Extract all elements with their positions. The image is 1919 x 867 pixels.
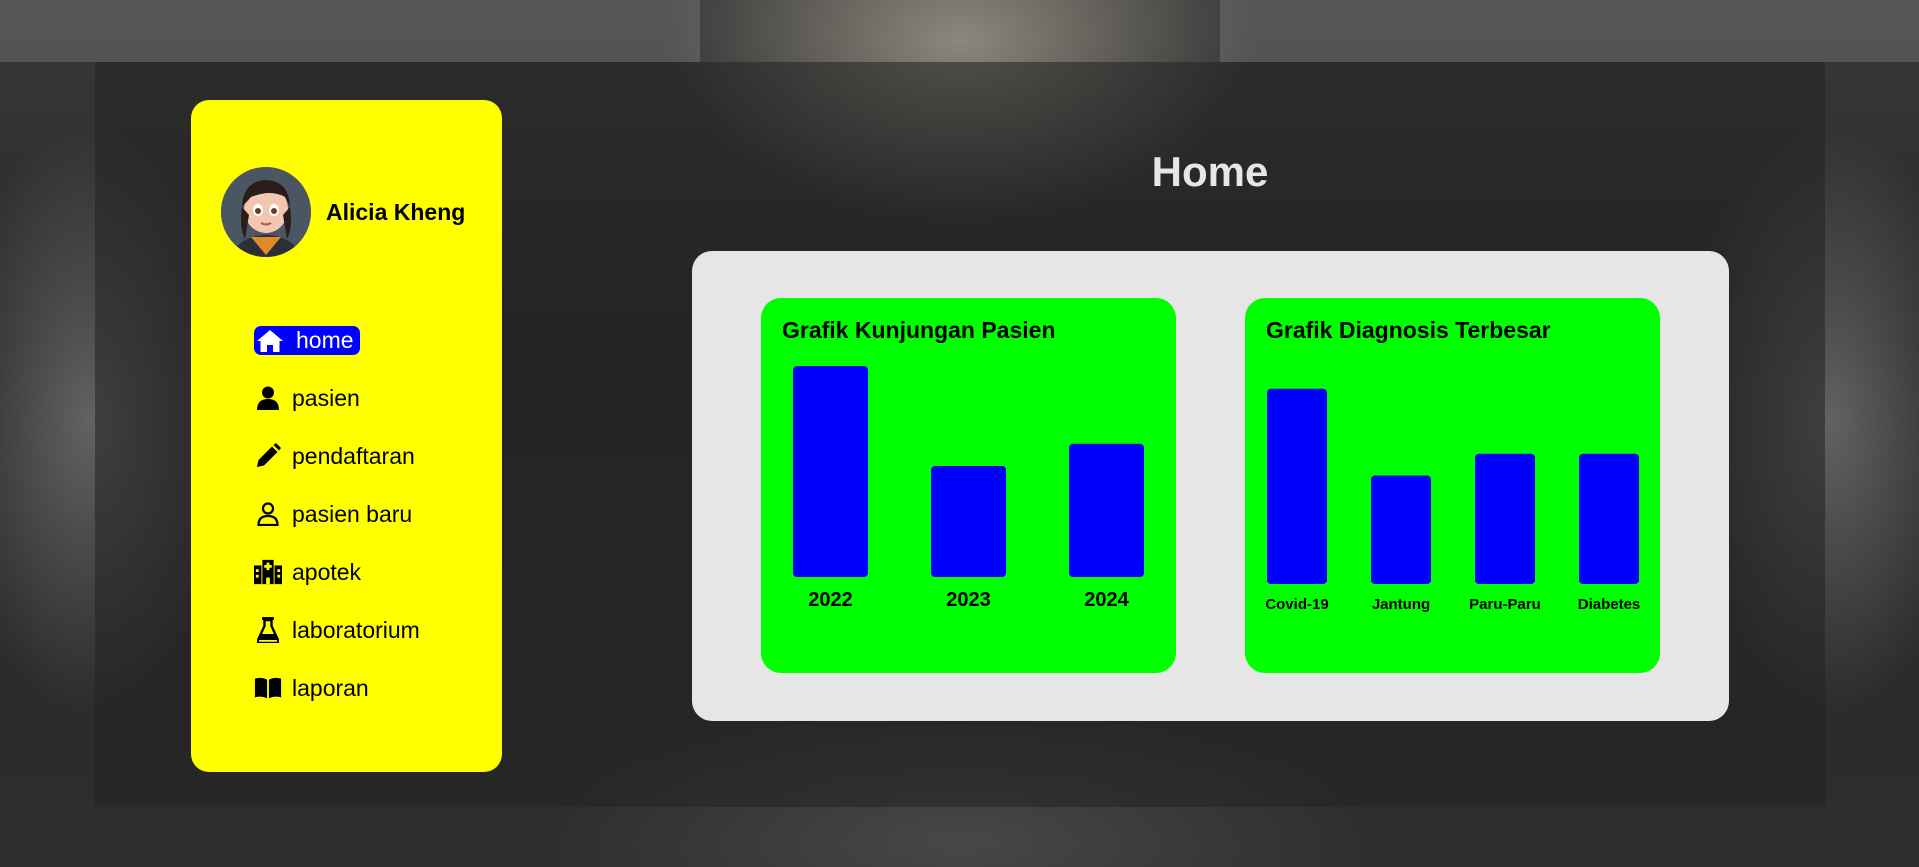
- sidebar-item-label: apotek: [292, 558, 362, 585]
- sidebar: Alicia Kheng home pasien pendaftaran pas…: [191, 100, 502, 772]
- x-tick-label: 2023: [946, 589, 991, 611]
- sidebar-item-pasien[interactable]: pasien: [254, 383, 420, 413]
- x-tick-label: 2024: [1084, 589, 1129, 611]
- avatar: [221, 167, 311, 257]
- background-architecture: [1220, 0, 1919, 62]
- diagnosis-chart-card: Grafik Diagnosis Terbesar Covid-19 Jantun…: [1245, 298, 1660, 673]
- sidebar-item-label: pasien: [292, 384, 360, 411]
- user-outline-icon: [254, 500, 282, 528]
- sidebar-item-label: home: [296, 327, 354, 353]
- x-tick-label: Covid-19: [1265, 596, 1328, 613]
- sidebar-item-apotek[interactable]: apotek: [254, 557, 420, 587]
- sidebar-item-home[interactable]: home: [254, 326, 360, 355]
- bar-paru-paru: [1475, 453, 1535, 584]
- visit-bar-chart: 2022 2023 2024: [793, 366, 1144, 611]
- diagnosis-bar-chart: Covid-19 Jantung Paru-Paru Diabetes: [1265, 388, 1641, 613]
- sidebar-nav: home pasien pendaftaran pasien baru apot…: [254, 326, 420, 731]
- book-icon: [254, 674, 282, 702]
- flask-icon: [254, 616, 282, 644]
- background-architecture: [0, 0, 700, 62]
- bar-2023: [931, 466, 1006, 577]
- visit-chart-card: Grafik Kunjungan Pasien 2022 2023 2024: [761, 298, 1176, 673]
- bar-covid-19: [1267, 388, 1327, 584]
- sidebar-item-label: laboratorium: [292, 616, 420, 643]
- sidebar-item-pendaftaran[interactable]: pendaftaran: [254, 441, 420, 471]
- page-title: Home: [1151, 148, 1269, 195]
- x-tick-label: 2022: [808, 589, 853, 611]
- sidebar-item-laboratorium[interactable]: laboratorium: [254, 615, 420, 645]
- x-tick-label: Jantung: [1372, 596, 1430, 613]
- x-tick-label: Diabetes: [1578, 596, 1641, 613]
- bar-diabetes: [1579, 453, 1639, 584]
- sidebar-item-label: pasien baru: [292, 500, 413, 527]
- pencil-icon: [254, 442, 282, 470]
- x-tick-label: Paru-Paru: [1469, 596, 1541, 613]
- sidebar-item-label: pendaftaran: [292, 442, 415, 469]
- sidebar-item-label: laporan: [292, 674, 369, 701]
- user-icon: [254, 384, 282, 412]
- dashboard-card: Grafik Kunjungan Pasien 2022 2023 2024 Gra…: [692, 251, 1729, 721]
- home-icon: [256, 327, 284, 355]
- user-profile: Alicia Kheng: [221, 167, 465, 257]
- sidebar-item-pasien-baru[interactable]: pasien baru: [254, 499, 420, 529]
- user-name: Alicia Kheng: [326, 198, 466, 225]
- bar-2024: [1069, 443, 1144, 577]
- sidebar-item-laporan[interactable]: laporan: [254, 673, 420, 703]
- bar-jantung: [1371, 475, 1431, 584]
- hospital-icon: [254, 558, 282, 586]
- bar-2022: [793, 366, 868, 577]
